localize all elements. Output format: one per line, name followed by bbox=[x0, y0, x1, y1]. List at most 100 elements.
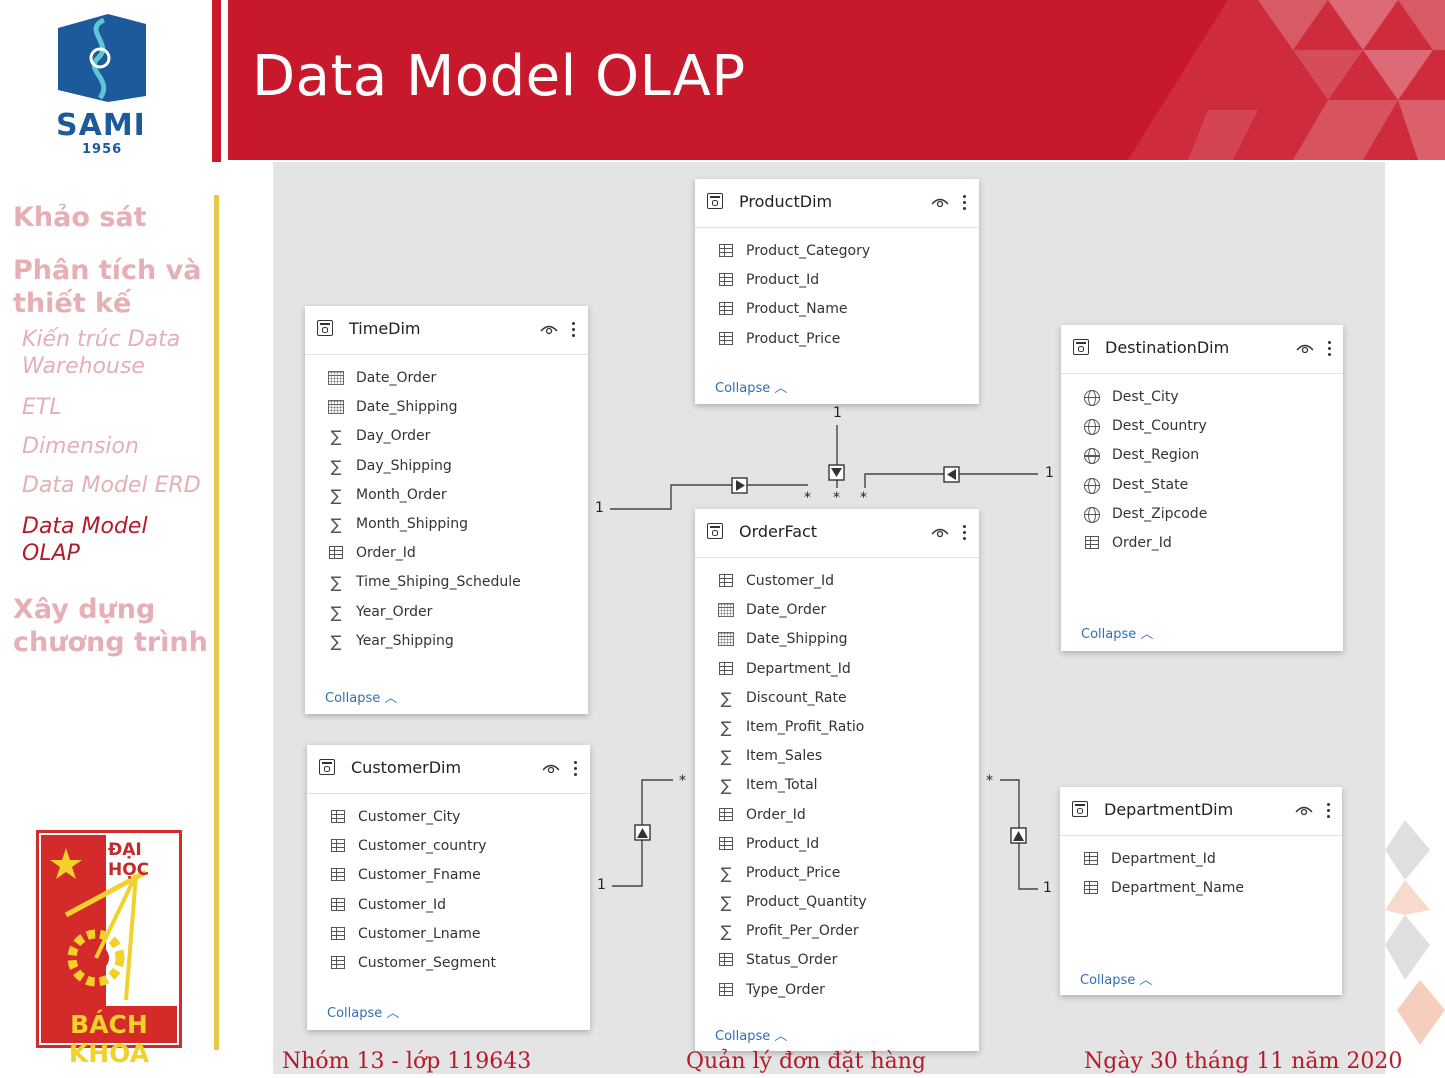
collapse-link[interactable]: Collapse ︿ bbox=[715, 1025, 787, 1044]
field-row[interactable]: Type_Order bbox=[695, 978, 979, 1007]
collapse-link[interactable]: Collapse ︿ bbox=[715, 377, 787, 396]
table-header[interactable]: CustomerDim bbox=[307, 745, 590, 794]
table-icon bbox=[717, 982, 735, 999]
field-row[interactable]: Customer_Fname bbox=[307, 863, 590, 892]
collapse-link[interactable]: Collapse ︿ bbox=[325, 687, 397, 706]
eye-icon[interactable] bbox=[1296, 343, 1314, 354]
table-card-customerdim[interactable]: CustomerDim Customer_City Customer_countr… bbox=[307, 745, 590, 1030]
sigma-icon: ∑ bbox=[720, 747, 732, 767]
field-row[interactable]: Customer_Lname bbox=[307, 922, 590, 951]
field-row[interactable]: ∑ Profit_Per_Order bbox=[695, 919, 979, 948]
eye-icon[interactable] bbox=[931, 197, 949, 208]
table-card-departmentdim[interactable]: DepartmentDim Department_Id Department_Na… bbox=[1060, 787, 1342, 995]
field-name: Product_Category bbox=[746, 243, 871, 259]
table-header[interactable]: DepartmentDim bbox=[1060, 787, 1342, 836]
eye-icon[interactable] bbox=[1295, 805, 1313, 816]
field-row[interactable]: Date_Shipping bbox=[305, 395, 588, 424]
field-name: Dest_Zipcode bbox=[1112, 505, 1208, 522]
field-name: Product_Name bbox=[746, 301, 848, 318]
chevron-up-icon: ︿ bbox=[386, 1006, 400, 1021]
table-header[interactable]: TimeDim bbox=[305, 306, 588, 355]
collapse-link[interactable]: Collapse ︿ bbox=[1081, 623, 1153, 642]
table-card-destinationdim[interactable]: DestinationDim Dest_City Dest_Country Dest… bbox=[1061, 325, 1343, 651]
field-row[interactable]: Date_Shipping bbox=[695, 627, 979, 656]
field-row[interactable]: ∑ Item_Total bbox=[695, 773, 979, 802]
field-name: Dest_City bbox=[1112, 389, 1179, 405]
field-name: Profit_Per_Order bbox=[746, 923, 859, 940]
cardinality-customer-many: * bbox=[679, 773, 686, 789]
field-row[interactable]: Department_Id bbox=[695, 657, 979, 686]
field-row[interactable]: ∑ Item_Sales bbox=[695, 744, 979, 773]
field-row[interactable]: Product_Id bbox=[695, 268, 979, 297]
more-options-icon[interactable] bbox=[1326, 801, 1330, 821]
field-row[interactable]: ∑ Time_Shiping_Schedule bbox=[305, 570, 588, 599]
field-row[interactable]: ∑ Product_Price bbox=[695, 861, 979, 890]
field-row[interactable]: Department_Name bbox=[1060, 876, 1342, 905]
field-row[interactable]: Customer_country bbox=[307, 834, 590, 863]
field-name: Discount_Rate bbox=[746, 689, 847, 706]
table-icon bbox=[317, 320, 333, 336]
field-name: Item_Profit_Ratio bbox=[746, 718, 865, 735]
field-row[interactable]: Date_Order bbox=[305, 366, 588, 395]
table-icon bbox=[329, 926, 347, 943]
field-name: Department_Name bbox=[1111, 880, 1245, 897]
table-icon bbox=[329, 839, 347, 855]
more-options-icon[interactable] bbox=[962, 523, 966, 543]
field-row[interactable]: Customer_Id bbox=[307, 893, 590, 922]
field-row[interactable]: Dest_Country bbox=[1061, 414, 1343, 443]
table-header[interactable]: OrderFact bbox=[695, 509, 979, 558]
field-row[interactable]: Date_Order bbox=[695, 598, 979, 627]
collapse-link[interactable]: Collapse ︿ bbox=[327, 1002, 399, 1021]
field-row[interactable]: ∑ Month_Order bbox=[305, 483, 588, 512]
field-row[interactable]: ∑ Item_Profit_Ratio bbox=[695, 715, 979, 744]
field-row[interactable]: Order_Id bbox=[695, 803, 979, 832]
cardinality-department-many: * bbox=[986, 773, 993, 789]
table-card-timedim[interactable]: TimeDim Date_Order Date_Shipping ∑ Day_Orde… bbox=[305, 306, 588, 714]
eye-icon[interactable] bbox=[542, 763, 560, 774]
field-row[interactable]: Customer_City bbox=[307, 805, 590, 834]
field-name: Department_Id bbox=[746, 660, 851, 677]
more-options-icon[interactable] bbox=[573, 759, 577, 779]
table-icon bbox=[329, 810, 347, 826]
eye-icon[interactable] bbox=[931, 527, 949, 538]
eye-icon[interactable] bbox=[540, 324, 558, 335]
field-row[interactable]: Product_Price bbox=[695, 327, 979, 356]
field-row[interactable]: Order_Id bbox=[305, 541, 588, 570]
field-row[interactable]: Dest_State bbox=[1061, 473, 1343, 502]
field-row[interactable]: ∑ Discount_Rate bbox=[695, 686, 979, 715]
table-header[interactable]: DestinationDim bbox=[1061, 325, 1343, 374]
table-icon bbox=[717, 331, 735, 348]
table-title: OrderFact bbox=[739, 522, 818, 541]
field-row[interactable]: Department_Id bbox=[1060, 847, 1342, 876]
field-name: Year_Order bbox=[356, 603, 433, 620]
table-card-productdim[interactable]: ProductDim Product_Category Product_Id Pro… bbox=[695, 179, 979, 404]
calendar-icon bbox=[327, 371, 345, 387]
field-row[interactable]: ∑ Month_Shipping bbox=[305, 512, 588, 541]
field-row[interactable]: Dest_Zipcode bbox=[1061, 502, 1343, 531]
field-row[interactable]: Product_Id bbox=[695, 832, 979, 861]
field-row[interactable]: ∑ Year_Shipping bbox=[305, 629, 588, 658]
field-row[interactable]: Product_Category bbox=[695, 239, 979, 268]
field-name: Product_Price bbox=[746, 864, 841, 881]
collapse-link[interactable]: Collapse ︿ bbox=[1080, 969, 1152, 988]
field-name: Product_Quantity bbox=[746, 894, 867, 911]
more-options-icon[interactable] bbox=[1327, 339, 1331, 359]
field-row[interactable]: Status_Order bbox=[695, 948, 979, 977]
field-row[interactable]: Product_Name bbox=[695, 297, 979, 326]
field-row[interactable]: Dest_Region bbox=[1061, 443, 1343, 472]
field-row[interactable]: Dest_City bbox=[1061, 385, 1343, 414]
table-card-orderfact[interactable]: OrderFact Customer_Id Date_Order Date_Ship… bbox=[695, 509, 979, 1051]
more-options-icon[interactable] bbox=[571, 320, 575, 340]
field-row[interactable]: Order_Id bbox=[1061, 531, 1343, 560]
table-icon bbox=[707, 193, 723, 209]
field-row[interactable]: ∑ Day_Shipping bbox=[305, 454, 588, 483]
table-header[interactable]: ProductDim bbox=[695, 179, 979, 228]
chevron-up-icon: ︿ bbox=[774, 381, 788, 396]
field-row[interactable]: ∑ Product_Quantity bbox=[695, 890, 979, 919]
field-row[interactable]: Customer_Segment bbox=[307, 951, 590, 980]
field-row[interactable]: ∑ Day_Order bbox=[305, 424, 588, 453]
field-row[interactable]: Customer_Id bbox=[695, 569, 979, 598]
more-options-icon[interactable] bbox=[962, 193, 966, 213]
field-row[interactable]: ∑ Year_Order bbox=[305, 600, 588, 629]
field-name: Item_Total bbox=[746, 777, 818, 794]
